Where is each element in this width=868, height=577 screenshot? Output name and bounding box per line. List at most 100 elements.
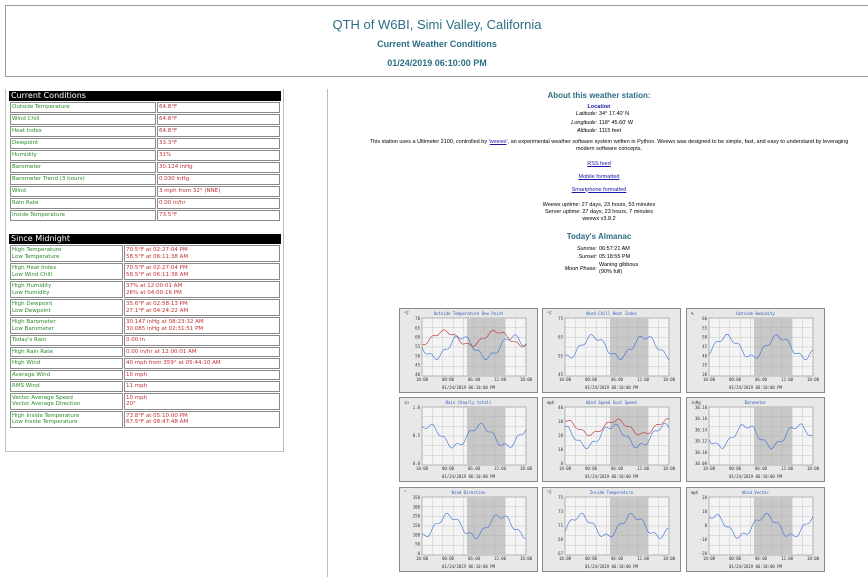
- x-tick-label: 18:00: [663, 556, 676, 561]
- x-tick-label: 12:00: [494, 556, 507, 561]
- x-tick-label: 12:00: [781, 556, 794, 561]
- stat-label: High Inside Temperature Low Inside Temper…: [10, 410, 123, 428]
- table-row: High Temperature Low Temperature 70.5°F at…: [10, 245, 280, 262]
- table-row: High Humidity Low Humidity 37% at 12:00:01…: [10, 281, 280, 298]
- stat-value: 40 mph from 359° at 05:44:10 AM: [124, 358, 280, 369]
- x-tick-label: 00:00: [442, 556, 455, 561]
- stat-value: 73.8°F at 05:10:00 PM 67.5°F at 08:47:48 …: [124, 410, 280, 428]
- stat-value: 70.5°F at 02:27:04 PM 58.5°F at 06:11:38 …: [124, 263, 280, 280]
- location-row: Longitude: 118° 45.60' W: [571, 119, 634, 126]
- x-tick-label: 06:00: [611, 556, 624, 561]
- x-tick-label: 00:00: [585, 556, 598, 561]
- x-tick-label: 18:00: [807, 377, 820, 382]
- x-tick-label: 06:00: [755, 377, 768, 382]
- x-tick-label: 12:00: [781, 466, 794, 471]
- stat-value-line: 0.00 in/hr at 12:00:01 AM: [126, 348, 197, 355]
- feed-links: RSS feed Mobile formatted Smartphone for…: [330, 158, 868, 197]
- stat-value: 30.147 inHg at 08:23:32 AM 30.085 inHg at…: [124, 317, 280, 334]
- plot-date: 01/24/2019 06:10:00 PM: [585, 385, 638, 390]
- stats-panel: Current Conditions Outside Temperature 64…: [5, 89, 284, 452]
- y-tick-label: 1.0: [413, 405, 421, 410]
- stat-value-line: 58.5°F at 06:11:38 AM: [126, 253, 189, 260]
- stat-value: 37% at 12:00:01 AM 26% at 04:00:16 PM: [124, 281, 280, 298]
- stat-label-line: Low Humidity: [12, 289, 50, 296]
- plot-thumbnail[interactable]: 70 65 60 55 50 45 40 18:00 00:00 06:00 12:00 18:00 °…: [399, 308, 538, 393]
- smartphone-link[interactable]: Smartphone formatted: [330, 184, 868, 197]
- plot-thumbnail[interactable]: 75 73 71 69 67 18:00 00:00 06:00 12:00 18:00 °F Ins…: [542, 487, 681, 572]
- stat-value: 10 mph 20°: [124, 392, 280, 410]
- stat-label: Vector Average Speed Vector Average Direc…: [10, 392, 123, 410]
- y-tick-label: 35: [702, 363, 707, 368]
- plot-thumbnail[interactable]: 30.18 30.16 30.14 30.12 30.10 30.08 18:00 00:00…: [686, 397, 825, 482]
- stat-value: 3 mph from 32° (NNE): [157, 186, 280, 197]
- y-tick-label: 55: [558, 353, 563, 358]
- x-tick-label: 12:00: [494, 466, 507, 471]
- y-tick-label: 30.18: [695, 405, 708, 410]
- plot-thumbnail[interactable]: 75 65 55 45 18:00 00:00 06:00 12:00 18:00 °F Wind …: [542, 308, 681, 393]
- x-tick-label: 18:00: [703, 556, 716, 561]
- y-tick-label: 75: [558, 316, 563, 321]
- y-tick-label: 250: [413, 514, 421, 519]
- moon-phase: Moon Phase: Waning gibbous (90% full): [564, 261, 639, 275]
- about-heading: About this weather station:: [547, 91, 651, 100]
- almanac-row: Sunset: 05:18:55 PM: [578, 254, 631, 260]
- y-tick-label: 100: [413, 532, 421, 537]
- plot-thumbnail[interactable]: 1.0 0.5 0.0 18:00 00:00 06:00 12:00 18:00 in Rain…: [399, 397, 538, 482]
- y-tick-label: 40: [702, 353, 707, 358]
- plot-thumbnail[interactable]: 40 30 20 10 0 18:00 00:00 06:00 12:00 18:00 mph Win…: [542, 397, 681, 482]
- stat-label-line: Low Dewpoint: [12, 307, 51, 314]
- x-tick-label: 12:00: [637, 377, 650, 382]
- mobile-link[interactable]: Mobile formatted: [330, 171, 868, 184]
- y-tick-label: 30.10: [695, 450, 708, 455]
- x-tick-label: 06:00: [468, 377, 481, 382]
- stat-value-line: 58.5°F at 06:11:38 AM: [126, 271, 189, 278]
- y-tick-label: 55: [415, 344, 420, 349]
- table-row: RMS Wind 11 mph: [10, 381, 280, 392]
- table-row: Humidity 31%: [10, 150, 280, 161]
- plot-title: Wind Speed Gust Speed: [586, 400, 637, 405]
- stat-value: 35.6°F at 02:58:13 PM 27.1°F at 04:24:22 …: [124, 299, 280, 316]
- stat-label: RMS Wind: [10, 381, 123, 392]
- y-tick-label: 30.16: [695, 416, 708, 421]
- x-tick-label: 00:00: [442, 377, 455, 382]
- y-tick-label: 30: [558, 419, 563, 424]
- stat-label: Dewpoint: [10, 138, 156, 149]
- stat-value-line: 11 mph: [126, 383, 148, 389]
- plot-thumbnail[interactable]: 350 300 250 150 100 50 0 18:00 00:00 06:00 12:00 18…: [399, 487, 538, 572]
- stat-value: 0.030 inHg: [157, 174, 280, 185]
- x-tick-label: 06:00: [755, 466, 768, 471]
- stat-label: Wind: [10, 186, 156, 197]
- x-tick-label: 00:00: [729, 466, 742, 471]
- table-row: Wind Chill 64.8°F: [10, 114, 280, 125]
- y-tick-label: 40: [558, 405, 563, 410]
- stat-value: 31%: [157, 150, 280, 161]
- x-tick-label: 18:00: [703, 377, 716, 382]
- plot-thumbnail[interactable]: 20 10 0 -10 -20 18:00 00:00 06:00 12:00 18:00 mph W…: [686, 487, 825, 572]
- x-tick-label: 18:00: [416, 377, 429, 382]
- almanac-heading: Today's Almanac: [566, 231, 632, 241]
- y-tick-label: 69: [558, 537, 563, 542]
- uptime-info: Weewx uptime: 27 days, 23 hours, 53 minu…: [330, 202, 868, 223]
- x-tick-label: 18:00: [520, 556, 533, 561]
- stat-value-line: 0.00 in: [126, 337, 146, 343]
- table-row: High Barometer Low Barometer 30.147 inHg a…: [10, 317, 280, 334]
- stat-value: 0.00 in: [124, 335, 280, 346]
- stat-value-line: 20°: [126, 401, 136, 407]
- stat-label: Rain Rate: [10, 198, 156, 209]
- weewx-link[interactable]: weewx: [490, 139, 507, 145]
- timestamp: 01/24/2019 06:10:00 PM: [387, 58, 487, 68]
- rss-feed-link[interactable]: RSS feed: [330, 158, 868, 171]
- table-row: Average Wind 10 mph: [10, 369, 280, 380]
- stat-label: High Barometer Low Barometer: [10, 317, 123, 334]
- stat-value: 30.124 inHg: [157, 162, 280, 173]
- x-tick-label: 18:00: [663, 377, 676, 382]
- stat-label: Today's Rain: [10, 335, 123, 346]
- stat-label: High Humidity Low Humidity: [10, 281, 123, 298]
- stat-value: 33.3°F: [157, 138, 280, 149]
- stat-label: Heat Index: [10, 126, 156, 137]
- table-row: High Inside Temperature Low Inside Temper…: [10, 410, 280, 428]
- plot-thumbnail[interactable]: 60 55 50 45 40 35 30 18:00 00:00 06:00 12:00 18:00%…: [686, 308, 825, 393]
- y-tick-label: 45: [702, 344, 707, 349]
- almanac-row: Sunrise: 06:57:21 AM: [576, 245, 630, 252]
- x-tick-label: 00:00: [729, 556, 742, 561]
